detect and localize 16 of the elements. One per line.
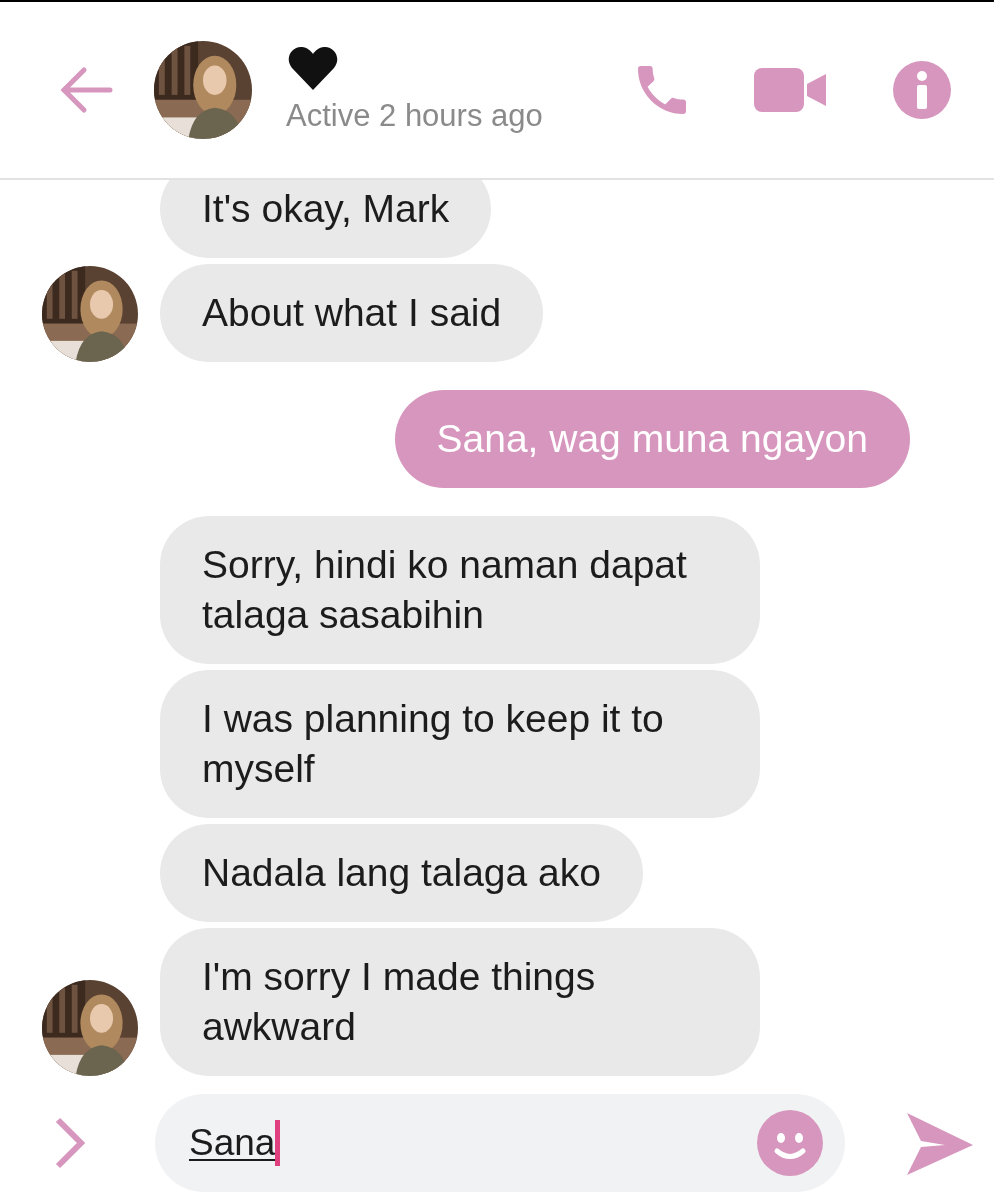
received-message: About what I said (160, 264, 544, 362)
received-message: Sorry, hindi ko naman dapat talaga sasabihin (160, 516, 760, 664)
received-message: I'm sorry I made things awkward (160, 928, 760, 1076)
back-arrow-icon[interactable] (58, 66, 114, 114)
message-field[interactable]: Sana (155, 1093, 845, 1192)
send-icon[interactable] (905, 1110, 973, 1175)
sent-message: Sana, wag muna ngayon (394, 390, 910, 488)
received-message: Nadala lang talaga ako (160, 824, 643, 922)
smiley-icon[interactable] (757, 1109, 823, 1176)
received-message: It's okay, Mark (160, 180, 492, 258)
received-message: I was planning to keep it to myself (160, 670, 760, 818)
chevron-right-icon[interactable] (54, 1116, 86, 1169)
active-status: Active 2 hours ago (286, 97, 543, 135)
info-icon[interactable] (892, 60, 952, 120)
video-camera-icon[interactable] (754, 66, 826, 114)
heart-icon (288, 46, 338, 90)
